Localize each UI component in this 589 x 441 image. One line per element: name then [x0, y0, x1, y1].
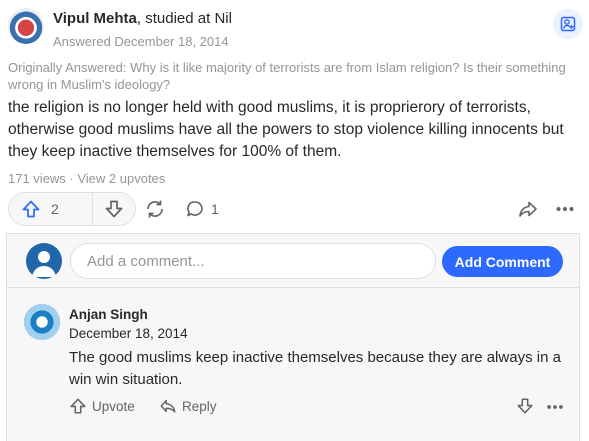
upvote-icon	[22, 200, 40, 218]
author-credential: , studied at Nil	[136, 10, 232, 27]
comment-upvote-label: Upvote	[92, 398, 135, 414]
comment-date: December 18, 2014	[69, 326, 188, 341]
add-comment-row: Add Comment	[7, 234, 579, 288]
comment-count: 1	[211, 201, 219, 217]
author-avatar[interactable]	[8, 8, 44, 44]
follow-user-button[interactable]	[553, 9, 583, 39]
comment-actions: Upvote Reply	[69, 397, 569, 423]
share-button[interactable]	[517, 196, 539, 222]
current-user-avatar	[26, 243, 62, 279]
author-name[interactable]: Vipul Mehta	[53, 10, 137, 27]
upvote-count: 2	[51, 201, 59, 217]
comment-reply-label: Reply	[182, 398, 217, 414]
more-horizontal-icon	[547, 405, 563, 409]
commenter-name[interactable]: Anjan Singh	[69, 307, 148, 322]
answer-stats[interactable]: 171 views · View 2 upvotes	[8, 171, 165, 186]
downvote-icon	[105, 200, 123, 218]
answered-date: Answered December 18, 2014	[53, 34, 229, 49]
share-repost-button[interactable]	[144, 196, 166, 222]
add-comment-button[interactable]: Add Comment	[442, 246, 563, 277]
comment-downvote-button[interactable]	[516, 397, 534, 415]
author-line: Vipul Mehta, studied at Nil	[53, 10, 232, 28]
originally-answered[interactable]: Originally Answered: Why is it like majo…	[8, 59, 580, 93]
answer-actions: 2 1	[8, 192, 583, 228]
upvote-button[interactable]: 2	[9, 193, 93, 225]
upvote-icon	[70, 398, 86, 414]
comment-item: Anjan Singh December 18, 2014 The good m…	[7, 289, 579, 441]
follow-user-icon	[560, 16, 576, 32]
answer-text: the religion is no longer held with good…	[8, 99, 564, 160]
downvote-icon	[517, 398, 533, 414]
default-user-icon	[32, 251, 56, 277]
comments-section: Add Comment Anjan Singh December 18, 201…	[6, 233, 580, 441]
commenter-avatar[interactable]	[24, 304, 60, 340]
comment-input[interactable]	[70, 243, 436, 279]
more-options-button[interactable]	[554, 196, 576, 222]
comment-more-button[interactable]	[545, 397, 565, 417]
more-horizontal-icon	[556, 207, 574, 211]
downvote-button[interactable]	[93, 193, 135, 225]
reply-icon	[160, 399, 176, 413]
vote-pill: 2	[8, 192, 136, 226]
comment-icon	[187, 201, 203, 217]
comment-button[interactable]: 1	[185, 196, 219, 222]
repost-icon	[147, 200, 163, 218]
answer-header: Vipul Mehta, studied at Nil Answered Dec…	[8, 6, 583, 52]
comment-upvote-button[interactable]: Upvote	[69, 397, 135, 415]
share-arrow-icon	[519, 201, 537, 217]
comment-text: The good muslims keep inactive themselve…	[69, 349, 561, 388]
comment-reply-button[interactable]: Reply	[159, 397, 217, 415]
